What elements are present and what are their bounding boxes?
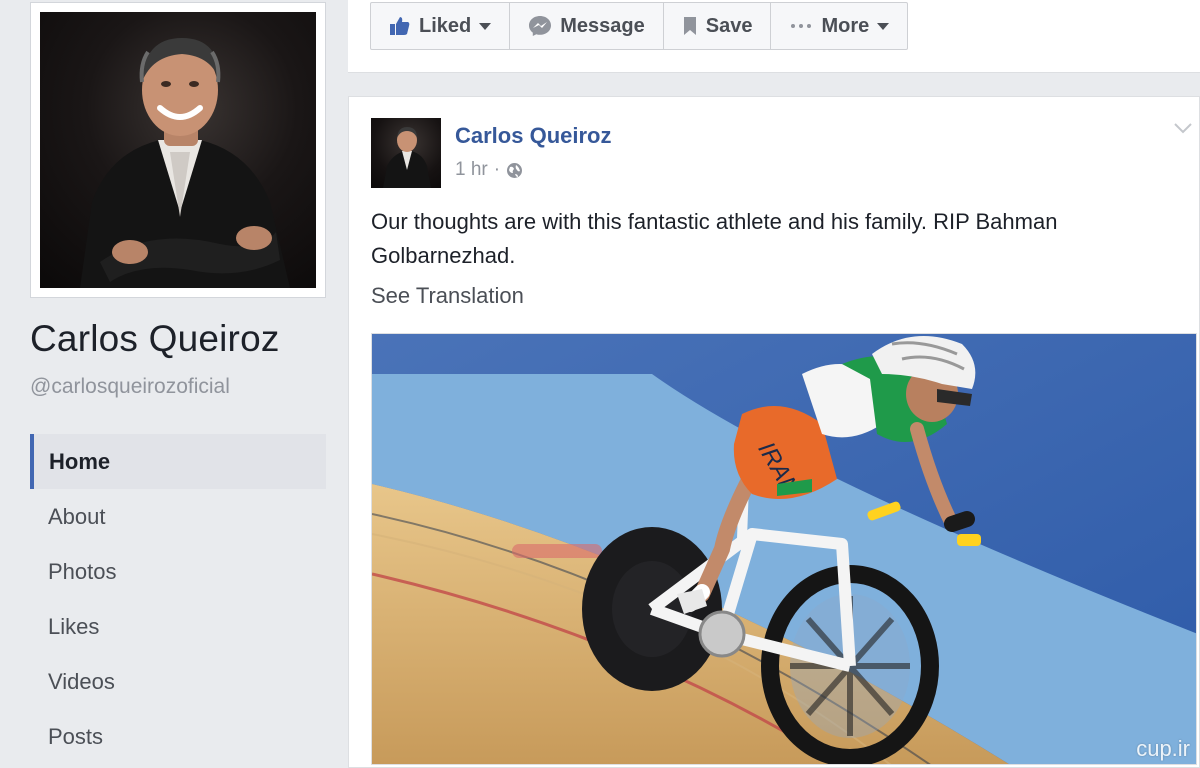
post-options-chevron-icon[interactable] bbox=[1173, 121, 1193, 139]
liked-button[interactable]: Liked bbox=[371, 3, 511, 49]
profile-picture[interactable] bbox=[30, 2, 326, 298]
post-author-avatar[interactable] bbox=[371, 118, 441, 188]
post-timestamp[interactable]: 1 hr bbox=[455, 159, 488, 181]
post-meta: 1 hr · bbox=[455, 159, 523, 181]
page-title: Carlos Queiroz bbox=[30, 318, 280, 359]
chevron-down-icon bbox=[479, 22, 492, 30]
sidebar-item-about[interactable]: About bbox=[30, 489, 326, 544]
sidebar-nav: Home About Photos Likes Videos Posts bbox=[30, 434, 326, 764]
page-action-bar: Liked Message Save More bbox=[348, 0, 1200, 73]
more-dots-icon bbox=[791, 24, 812, 28]
more-button[interactable]: More bbox=[771, 3, 907, 49]
save-button[interactable]: Save bbox=[664, 3, 772, 49]
page-handle[interactable]: @carlosqueirozoficial bbox=[30, 375, 230, 399]
sidebar-item-posts[interactable]: Posts bbox=[30, 709, 326, 764]
post-photo[interactable]: IRAN cup.ir bbox=[371, 333, 1197, 765]
cyclist-photo: IRAN bbox=[372, 334, 1196, 764]
sidebar-item-home[interactable]: Home bbox=[30, 434, 326, 489]
sidebar-item-likes[interactable]: Likes bbox=[30, 599, 326, 654]
thumbs-up-icon bbox=[390, 17, 410, 35]
meta-separator: · bbox=[493, 159, 501, 180]
sidebar-item-videos[interactable]: Videos bbox=[30, 654, 326, 709]
post-message: Our thoughts are with this fantastic ath… bbox=[371, 209, 1058, 268]
chevron-down-icon bbox=[877, 22, 890, 30]
bookmark-icon bbox=[683, 17, 696, 35]
message-button[interactable]: Message bbox=[510, 3, 664, 49]
liked-label: Liked bbox=[419, 14, 472, 37]
post-author-name[interactable]: Carlos Queiroz bbox=[455, 123, 611, 149]
see-translation-link[interactable]: See Translation bbox=[371, 283, 524, 309]
action-button-group: Liked Message Save More bbox=[370, 2, 909, 50]
more-label: More bbox=[821, 14, 870, 37]
left-column: Carlos Queiroz @carlosqueirozoficial Hom… bbox=[0, 0, 350, 768]
save-label: Save bbox=[705, 14, 753, 37]
profile-photo-portrait bbox=[80, 38, 290, 288]
globe-icon[interactable] bbox=[506, 162, 523, 179]
avatar-portrait bbox=[383, 127, 431, 188]
post-card: Carlos Queiroz 1 hr · Our thoughts are w… bbox=[348, 96, 1200, 768]
message-label: Message bbox=[560, 14, 645, 37]
photo-watermark: cup.ir bbox=[1136, 736, 1190, 761]
sidebar-item-photos[interactable]: Photos bbox=[30, 544, 326, 599]
messenger-icon bbox=[529, 16, 552, 36]
